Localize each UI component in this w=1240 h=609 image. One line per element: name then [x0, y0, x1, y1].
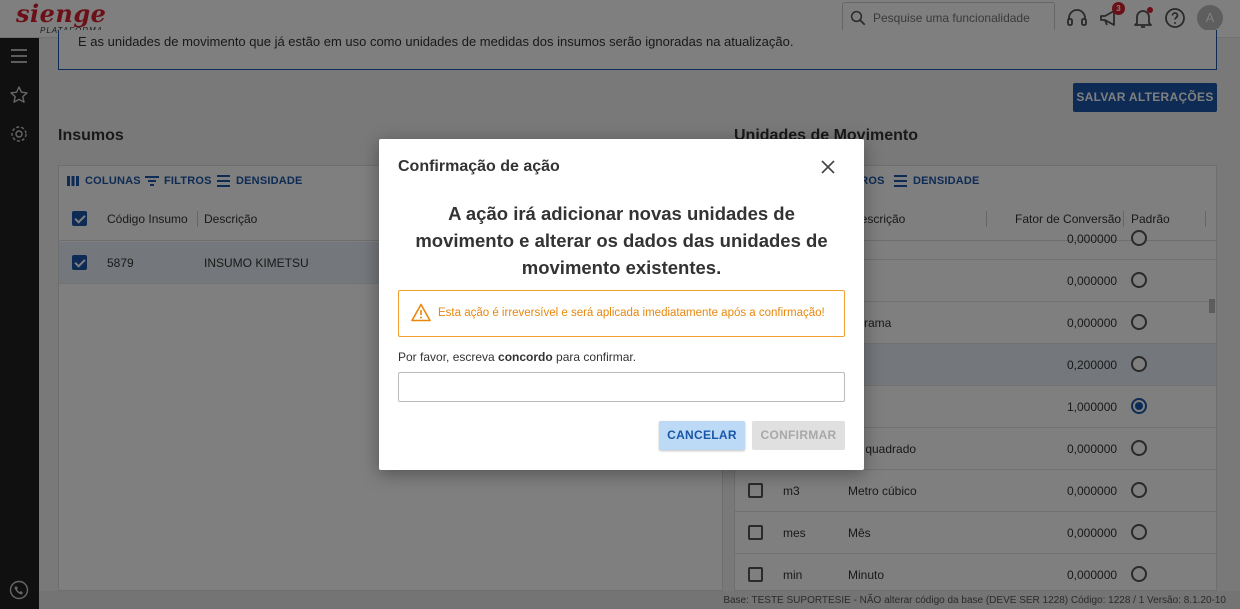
cancel-button[interactable]: CANCELAR	[659, 421, 745, 450]
prompt-after: para confirmar.	[552, 350, 637, 364]
confirmation-dialog: Confirmação de ação A ação irá adicionar…	[379, 139, 864, 470]
close-icon[interactable]	[819, 158, 837, 176]
dialog-title: Confirmação de ação	[398, 158, 560, 175]
warning-icon	[411, 303, 431, 322]
prompt-keyword: concordo	[498, 350, 553, 364]
confirm-prompt: Por favor, escreva concordo para confirm…	[398, 350, 636, 364]
warning-text: Esta ação é irreversível e será aplicada…	[438, 307, 825, 319]
dialog-heading: A ação irá adicionar novas unidades de m…	[415, 203, 828, 278]
prompt-before: Por favor, escreva	[398, 350, 499, 364]
warning-box: Esta ação é irreversível e será aplicada…	[398, 290, 845, 337]
confirm-button[interactable]: CONFIRMAR	[752, 421, 845, 450]
confirm-text-input[interactable]	[398, 372, 845, 402]
